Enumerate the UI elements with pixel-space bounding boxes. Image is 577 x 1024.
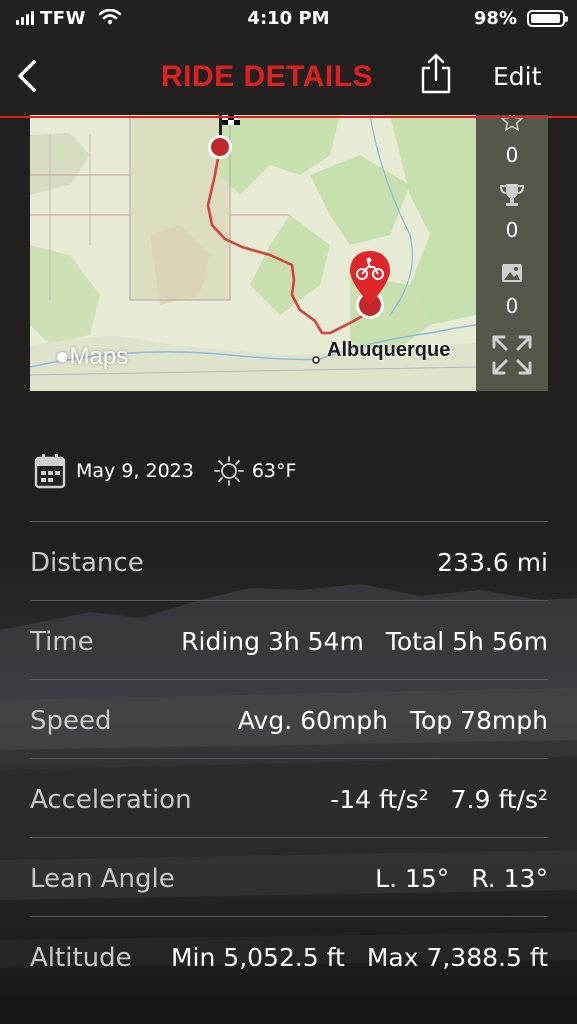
stat-value: Min 5,052.5 ft Max 7,388.5 ft — [171, 943, 548, 972]
stat-row-distance: Distance 233.6 mi — [30, 521, 548, 600]
apple-logo-icon: ● — [55, 343, 70, 370]
stat-label: Altitude — [30, 943, 132, 973]
avg-speed-value: Avg. 60mph — [237, 706, 388, 735]
max-altitude-value: Max 7,388.5 ft — [366, 943, 548, 972]
navigation-bar: RIDE DETAILS Edit — [0, 40, 577, 118]
right-lean-value: R. 13° — [471, 864, 548, 893]
total-time-value: Total 5h 56m — [385, 627, 548, 656]
ride-stats-list: Distance 233.6 mi Time Riding 3h 54m Tota… — [30, 521, 548, 995]
stat-row-time: Time Riding 3h 54m Total 5h 56m — [30, 600, 548, 679]
ride-date: May 9, 2023 — [76, 460, 194, 482]
left-lean-value: L. 15° — [375, 864, 450, 893]
ride-temperature: 63°F — [251, 460, 297, 482]
photo-icon — [502, 264, 522, 282]
nav-divider — [0, 116, 577, 118]
maps-attribution: ●Maps — [55, 343, 128, 371]
stat-row-lean-angle: Lean Angle L. 15° R. 13° — [30, 837, 548, 916]
battery-percent: 98% — [473, 8, 517, 29]
rider-location-pin-icon — [350, 251, 390, 319]
stat-value: Riding 3h 54m Total 5h 56m — [181, 627, 548, 656]
favorites-count: 0 — [505, 143, 519, 167]
acceleration-value: 7.9 ft/s² — [450, 785, 548, 814]
riding-time-value: Riding 3h 54m — [181, 627, 364, 656]
battery-icon — [527, 10, 568, 27]
stat-row-speed: Speed Avg. 60mph Top 78mph — [30, 679, 548, 758]
route-map[interactable]: ●Maps Albuquerque 0 0 0 — [30, 115, 548, 391]
photos-count: 0 — [505, 294, 519, 318]
sun-weather-icon — [213, 456, 244, 486]
share-icon[interactable] — [418, 52, 454, 96]
stat-label: Distance — [30, 548, 144, 578]
stat-row-altitude: Altitude Min 5,052.5 ft Max 7,388.5 ft — [30, 916, 548, 995]
stat-row-acceleration: Acceleration -14 ft/s² 7.9 ft/s² — [30, 758, 548, 837]
top-speed-value: Top 78mph — [409, 706, 548, 735]
stat-value: 233.6 mi — [437, 548, 548, 577]
deceleration-value: -14 ft/s² — [330, 785, 429, 814]
status-bar: TFW 4:10 PM 98% — [0, 0, 577, 40]
stat-value: -14 ft/s² 7.9 ft/s² — [330, 785, 548, 814]
distance-value: 233.6 mi — [437, 548, 548, 577]
trophies-count: 0 — [505, 218, 519, 242]
stat-value: Avg. 60mph Top 78mph — [238, 706, 548, 735]
trophy-icon — [499, 184, 525, 206]
min-altitude-value: Min 5,052.5 ft — [170, 943, 345, 972]
stat-label: Time — [30, 627, 94, 657]
stat-label: Speed — [30, 706, 112, 736]
start-flag-icon — [208, 115, 240, 159]
edit-button[interactable]: Edit — [493, 62, 541, 91]
stat-value: L. 15° R. 13° — [375, 864, 548, 893]
calendar-icon — [34, 454, 66, 489]
map-city-label: Albuquerque — [327, 339, 451, 361]
map-stats-sidebar: 0 0 0 — [476, 115, 548, 391]
ride-info-line: May 9, 2023 63°F — [34, 453, 296, 489]
stat-label: Acceleration — [30, 785, 192, 815]
maps-attribution-label: Maps — [69, 343, 129, 370]
expand-map-icon[interactable] — [490, 333, 534, 377]
stat-label: Lean Angle — [30, 864, 175, 894]
